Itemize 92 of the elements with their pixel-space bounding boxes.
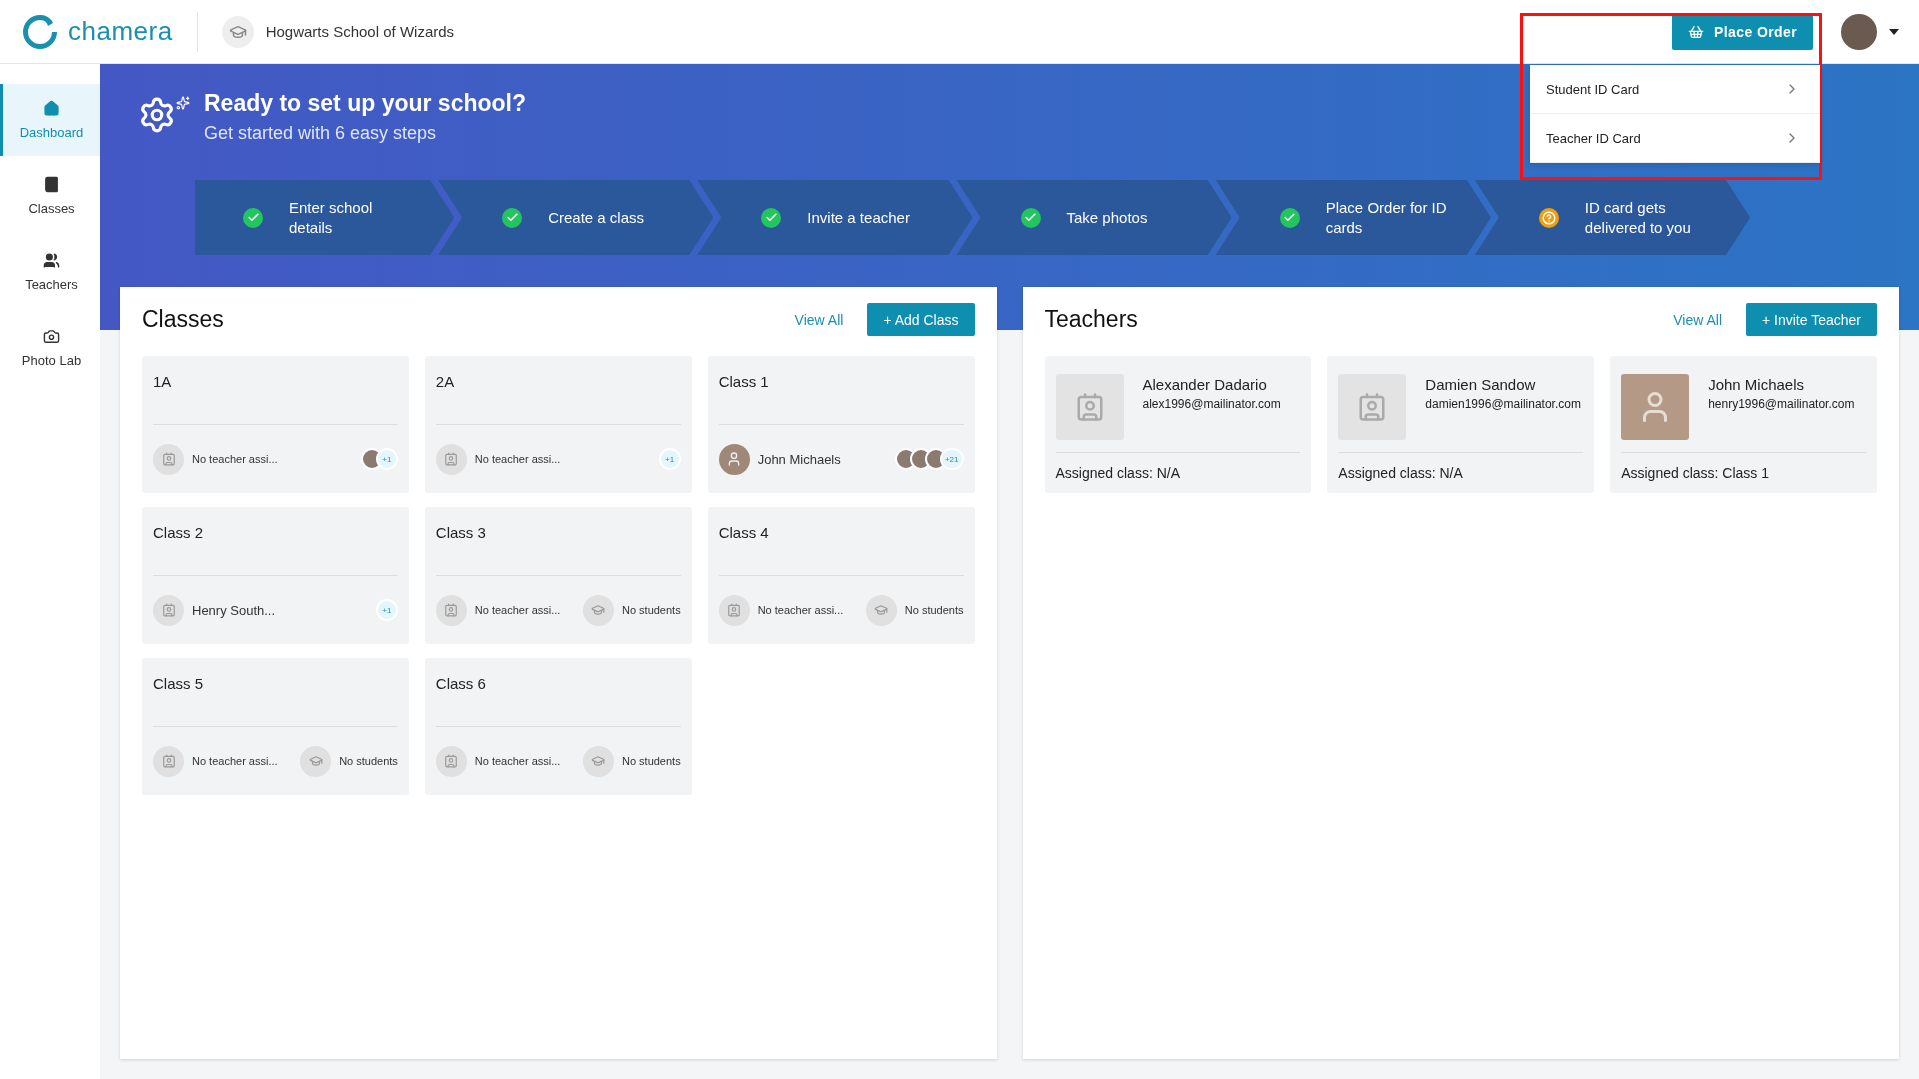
contact-icon [153,594,184,626]
class-card[interactable]: Class 3 No teacher assi... No students [424,507,692,644]
teacher-name: No teacher assi... [757,604,844,616]
no-students-text: No students [621,755,681,767]
teacher-photo [718,443,750,475]
sidebar-item[interactable]: Photo Lab [0,312,100,384]
banner-title: Ready to set up your school? [204,90,527,117]
id-card-icon [435,745,467,777]
class-card[interactable]: Class 2 Henry South... +1 [142,507,409,644]
assigned-class: Assigned class: N/A [1338,464,1464,481]
student-count: +21 [939,448,964,470]
contact-icon [1338,374,1407,440]
sidebar-label: Photo Lab [21,353,82,368]
teacher-card[interactable]: Alexander Dadario alex1996@mailinator.com Assigned class: N/A [1044,356,1312,493]
teacher-photo [1621,374,1690,440]
class-card[interactable]: Class 5 No teacher assi... No students [142,658,409,795]
graduation-cap-icon [582,745,614,777]
contact-icon [1055,374,1124,440]
basket-icon [1688,23,1704,40]
teacher-name: No teacher assi... [474,604,561,616]
step-label: Enter school details [289,198,374,237]
class-name: Class 3 [435,507,681,576]
view-all-link[interactable]: View All [1673,311,1722,328]
student-count: +1 [658,448,681,470]
teacher-name: John Michaels [1708,376,1806,393]
teacher-email: henry1996@mailinator.com [1708,397,1855,411]
sidebar-item[interactable]: Teachers [0,236,100,308]
assigned-class: Assigned class: N/A [1055,464,1181,481]
user-avatar[interactable] [1841,13,1877,50]
teacher-name: Alexander Dadario [1142,376,1268,393]
no-students-text: No students [339,755,398,767]
graduation-cap-icon [865,594,897,626]
graduation-cap-icon [221,15,254,48]
book-icon [43,176,60,193]
step-label: Take photos [1066,207,1148,228]
class-name: Class 1 [718,356,964,425]
sidebar-item[interactable]: Classes [0,160,100,232]
student-count: +1 [375,599,398,621]
sidebar-label: Dashboard [19,125,84,140]
panel-title: Teachers [1044,306,1139,333]
teacher-name: Henry South... [192,602,276,618]
teacher-name: Damien Sandow [1425,376,1537,393]
class-name: Class 2 [153,507,398,576]
class-name: 2A [435,356,681,425]
class-name: Class 6 [435,658,681,727]
teacher-name: No teacher assi... [192,453,278,465]
gear-sparkle-icon [138,96,190,134]
teacher-name: No teacher assi... [474,453,561,465]
home-icon [43,100,60,117]
view-all-link[interactable]: View All [794,311,844,328]
teacher-card[interactable]: Damien Sandow damien1996@mailinator.com Assigned class: N/A [1327,356,1595,493]
step-label: ID card gets delivered to you [1584,198,1692,237]
class-card[interactable]: Class 6 No teacher assi... No students [424,658,692,795]
school-name: Hogwarts School of Wizards [265,23,455,40]
class-name: 1A [153,356,398,425]
sidebar-label: Classes [28,201,75,216]
id-card-icon [718,594,750,626]
no-students-text: No students [621,604,681,616]
caret-icon[interactable] [1889,28,1899,35]
class-card[interactable]: 2A No teacher assi... +1 [424,356,692,493]
id-card-icon [435,443,467,475]
people-icon [43,252,60,269]
step-label: Place Order for ID cards [1325,198,1448,237]
teacher-name: No teacher assi... [192,755,278,767]
sidebar-label: Teachers [25,277,78,292]
id-card-icon [153,443,184,475]
panel-title: Classes [142,306,225,333]
add-class-button[interactable]: + Add Class [867,303,975,336]
class-name: Class 4 [718,507,964,576]
sidebar-item[interactable]: Dashboard [0,84,100,156]
teacher-email: alex1996@mailinator.com [1142,397,1281,411]
class-card[interactable]: Class 1 John Michaels +21 [707,356,975,493]
no-students-text: No students [904,604,964,616]
graduation-cap-icon [300,745,332,777]
banner-subtitle: Get started with 6 easy steps [204,123,438,144]
graduation-cap-icon [582,594,614,626]
brand-name: chamera [68,16,173,47]
step-label: Invite a teacher [807,207,910,228]
camera-icon [43,328,60,345]
assigned-class: Assigned class: Class 1 [1621,464,1770,481]
teacher-card[interactable]: John Michaels henry1996@mailinator.com Assigned class: Class 1 [1610,356,1877,493]
class-card[interactable]: 1A No teacher assi... +1 [142,356,409,493]
id-card-icon [435,594,467,626]
invite-teacher-button[interactable]: + Invite Teacher [1746,303,1877,336]
teacher-email: damien1996@mailinator.com [1425,397,1581,411]
teacher-name: John Michaels [757,451,841,467]
teacher-name: No teacher assi... [474,755,561,767]
step-label: Create a class [548,207,645,228]
student-count: +1 [375,448,398,470]
class-card[interactable]: Class 4 No teacher assi... No students [707,507,975,644]
class-name: Class 5 [153,658,398,727]
id-card-icon [153,745,184,777]
